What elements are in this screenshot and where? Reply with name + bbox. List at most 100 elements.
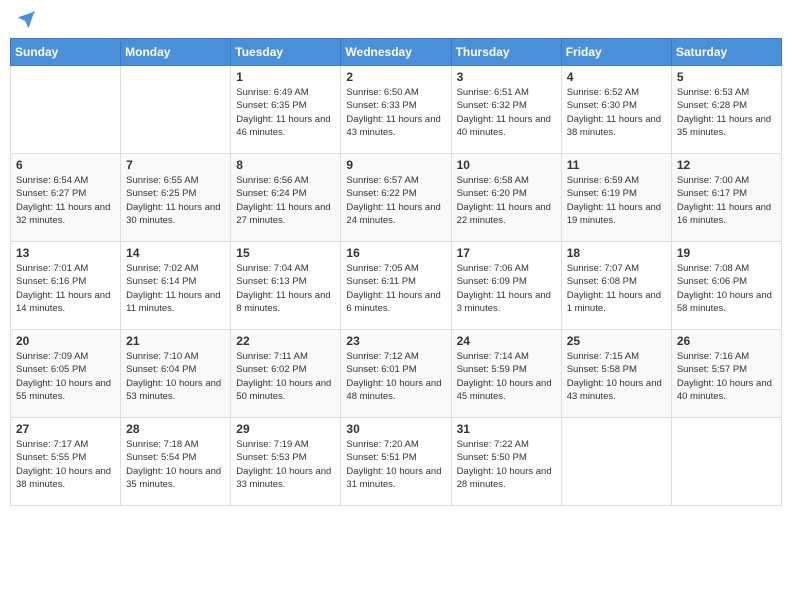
day-info: Sunrise: 7:17 AM Sunset: 5:55 PM Dayligh… xyxy=(16,438,115,491)
day-info: Sunrise: 7:01 AM Sunset: 6:16 PM Dayligh… xyxy=(16,262,115,315)
day-number: 10 xyxy=(457,158,556,172)
weekday-header-sunday: Sunday xyxy=(11,39,121,66)
day-number: 8 xyxy=(236,158,335,172)
day-info: Sunrise: 7:18 AM Sunset: 5:54 PM Dayligh… xyxy=(126,438,225,491)
day-number: 19 xyxy=(677,246,776,260)
calendar-table: SundayMondayTuesdayWednesdayThursdayFrid… xyxy=(10,38,782,506)
day-number: 12 xyxy=(677,158,776,172)
calendar-cell: 31 Sunrise: 7:22 AM Sunset: 5:50 PM Dayli… xyxy=(451,418,561,506)
day-info: Sunrise: 7:02 AM Sunset: 6:14 PM Dayligh… xyxy=(126,262,225,315)
day-info: Sunrise: 7:22 AM Sunset: 5:50 PM Dayligh… xyxy=(457,438,556,491)
day-info: Sunrise: 7:12 AM Sunset: 6:01 PM Dayligh… xyxy=(346,350,445,403)
weekday-header-friday: Friday xyxy=(561,39,671,66)
weekday-header-tuesday: Tuesday xyxy=(231,39,341,66)
calendar-week-5: 27 Sunrise: 7:17 AM Sunset: 5:55 PM Dayli… xyxy=(11,418,782,506)
day-number: 1 xyxy=(236,70,335,84)
calendar-cell: 30 Sunrise: 7:20 AM Sunset: 5:51 PM Dayli… xyxy=(341,418,451,506)
day-number: 28 xyxy=(126,422,225,436)
calendar-cell xyxy=(561,418,671,506)
calendar-cell: 9 Sunrise: 6:57 AM Sunset: 6:22 PM Daylig… xyxy=(341,154,451,242)
calendar-cell: 18Sunrise: 7:07 AM Sunset: 6:08 PM Dayli… xyxy=(561,242,671,330)
day-number: 9 xyxy=(346,158,445,172)
calendar-cell xyxy=(671,418,781,506)
day-info: Sunrise: 6:58 AM Sunset: 6:20 PM Dayligh… xyxy=(457,174,556,227)
calendar-cell: 5 Sunrise: 6:53 AM Sunset: 6:28 PM Daylig… xyxy=(671,66,781,154)
day-info: Sunrise: 7:00 AM Sunset: 6:17 PM Dayligh… xyxy=(677,174,776,227)
weekday-header-wednesday: Wednesday xyxy=(341,39,451,66)
weekday-header-row: SundayMondayTuesdayWednesdayThursdayFrid… xyxy=(11,39,782,66)
calendar-cell: 3 Sunrise: 6:51 AM Sunset: 6:32 PM Daylig… xyxy=(451,66,561,154)
calendar-cell: 1 Sunrise: 6:49 AM Sunset: 6:35 PM Daylig… xyxy=(231,66,341,154)
calendar-cell: 11Sunrise: 6:59 AM Sunset: 6:19 PM Dayli… xyxy=(561,154,671,242)
calendar-cell: 24Sunrise: 7:14 AM Sunset: 5:59 PM Dayli… xyxy=(451,330,561,418)
day-info: Sunrise: 6:49 AM Sunset: 6:35 PM Dayligh… xyxy=(236,86,335,139)
day-number: 24 xyxy=(457,334,556,348)
day-info: Sunrise: 7:09 AM Sunset: 6:05 PM Dayligh… xyxy=(16,350,115,403)
day-number: 14 xyxy=(126,246,225,260)
day-info: Sunrise: 7:08 AM Sunset: 6:06 PM Dayligh… xyxy=(677,262,776,315)
day-number: 2 xyxy=(346,70,445,84)
day-number: 4 xyxy=(567,70,666,84)
page-header xyxy=(10,10,782,30)
calendar-cell: 13 Sunrise: 7:01 AM Sunset: 6:16 PM Dayli… xyxy=(11,242,121,330)
calendar-cell: 10 Sunrise: 6:58 AM Sunset: 6:20 PM Dayli… xyxy=(451,154,561,242)
day-number: 23 xyxy=(346,334,445,348)
calendar-cell: 17 Sunrise: 7:06 AM Sunset: 6:09 PM Dayli… xyxy=(451,242,561,330)
calendar-cell: 6 Sunrise: 6:54 AM Sunset: 6:27 PM Daylig… xyxy=(11,154,121,242)
day-number: 29 xyxy=(236,422,335,436)
day-number: 21 xyxy=(126,334,225,348)
weekday-header-thursday: Thursday xyxy=(451,39,561,66)
calendar-cell: 22 Sunrise: 7:11 AM Sunset: 6:02 PM Dayli… xyxy=(231,330,341,418)
day-info: Sunrise: 6:51 AM Sunset: 6:32 PM Dayligh… xyxy=(457,86,556,139)
calendar-cell xyxy=(11,66,121,154)
calendar-cell: 7 Sunrise: 6:55 AM Sunset: 6:25 PM Daylig… xyxy=(121,154,231,242)
day-number: 20 xyxy=(16,334,115,348)
calendar-cell: 19 Sunrise: 7:08 AM Sunset: 6:06 PM Dayli… xyxy=(671,242,781,330)
day-number: 7 xyxy=(126,158,225,172)
day-info: Sunrise: 6:52 AM Sunset: 6:30 PM Dayligh… xyxy=(567,86,666,139)
day-info: Sunrise: 7:20 AM Sunset: 5:51 PM Dayligh… xyxy=(346,438,445,491)
day-info: Sunrise: 7:06 AM Sunset: 6:09 PM Dayligh… xyxy=(457,262,556,315)
calendar-cell: 8 Sunrise: 6:56 AM Sunset: 6:24 PM Daylig… xyxy=(231,154,341,242)
day-info: Sunrise: 7:05 AM Sunset: 6:11 PM Dayligh… xyxy=(346,262,445,315)
calendar-cell: 23 Sunrise: 7:12 AM Sunset: 6:01 PM Dayli… xyxy=(341,330,451,418)
day-info: Sunrise: 6:50 AM Sunset: 6:33 PM Dayligh… xyxy=(346,86,445,139)
calendar-cell: 25Sunrise: 7:15 AM Sunset: 5:58 PM Dayli… xyxy=(561,330,671,418)
day-info: Sunrise: 7:16 AM Sunset: 5:57 PM Dayligh… xyxy=(677,350,776,403)
day-number: 18 xyxy=(567,246,666,260)
calendar-cell: 27 Sunrise: 7:17 AM Sunset: 5:55 PM Dayli… xyxy=(11,418,121,506)
day-number: 3 xyxy=(457,70,556,84)
calendar-cell: 26 Sunrise: 7:16 AM Sunset: 5:57 PM Dayli… xyxy=(671,330,781,418)
day-info: Sunrise: 6:57 AM Sunset: 6:22 PM Dayligh… xyxy=(346,174,445,227)
calendar-cell: 4 Sunrise: 6:52 AM Sunset: 6:30 PM Daylig… xyxy=(561,66,671,154)
day-number: 5 xyxy=(677,70,776,84)
day-number: 31 xyxy=(457,422,556,436)
day-number: 17 xyxy=(457,246,556,260)
calendar-week-3: 13 Sunrise: 7:01 AM Sunset: 6:16 PM Dayli… xyxy=(11,242,782,330)
day-info: Sunrise: 6:53 AM Sunset: 6:28 PM Dayligh… xyxy=(677,86,776,139)
day-number: 27 xyxy=(16,422,115,436)
calendar-cell: 12 Sunrise: 7:00 AM Sunset: 6:17 PM Dayli… xyxy=(671,154,781,242)
calendar-cell: 20 Sunrise: 7:09 AM Sunset: 6:05 PM Dayli… xyxy=(11,330,121,418)
calendar-cell xyxy=(121,66,231,154)
day-info: Sunrise: 7:11 AM Sunset: 6:02 PM Dayligh… xyxy=(236,350,335,403)
calendar-cell: 29 Sunrise: 7:19 AM Sunset: 5:53 PM Dayli… xyxy=(231,418,341,506)
day-number: 6 xyxy=(16,158,115,172)
day-info: Sunrise: 7:15 AM Sunset: 5:58 PM Dayligh… xyxy=(567,350,666,403)
calendar-cell: 14 Sunrise: 7:02 AM Sunset: 6:14 PM Dayli… xyxy=(121,242,231,330)
day-number: 30 xyxy=(346,422,445,436)
day-info: Sunrise: 6:56 AM Sunset: 6:24 PM Dayligh… xyxy=(236,174,335,227)
day-number: 15 xyxy=(236,246,335,260)
calendar-cell: 28 Sunrise: 7:18 AM Sunset: 5:54 PM Dayli… xyxy=(121,418,231,506)
day-number: 26 xyxy=(677,334,776,348)
day-info: Sunrise: 6:55 AM Sunset: 6:25 PM Dayligh… xyxy=(126,174,225,227)
calendar-week-4: 20 Sunrise: 7:09 AM Sunset: 6:05 PM Dayli… xyxy=(11,330,782,418)
day-info: Sunrise: 7:10 AM Sunset: 6:04 PM Dayligh… xyxy=(126,350,225,403)
day-info: Sunrise: 7:19 AM Sunset: 5:53 PM Dayligh… xyxy=(236,438,335,491)
calendar-cell: 16Sunrise: 7:05 AM Sunset: 6:11 PM Dayli… xyxy=(341,242,451,330)
day-number: 22 xyxy=(236,334,335,348)
day-info: Sunrise: 7:04 AM Sunset: 6:13 PM Dayligh… xyxy=(236,262,335,315)
day-number: 11 xyxy=(567,158,666,172)
day-number: 13 xyxy=(16,246,115,260)
day-info: Sunrise: 6:54 AM Sunset: 6:27 PM Dayligh… xyxy=(16,174,115,227)
